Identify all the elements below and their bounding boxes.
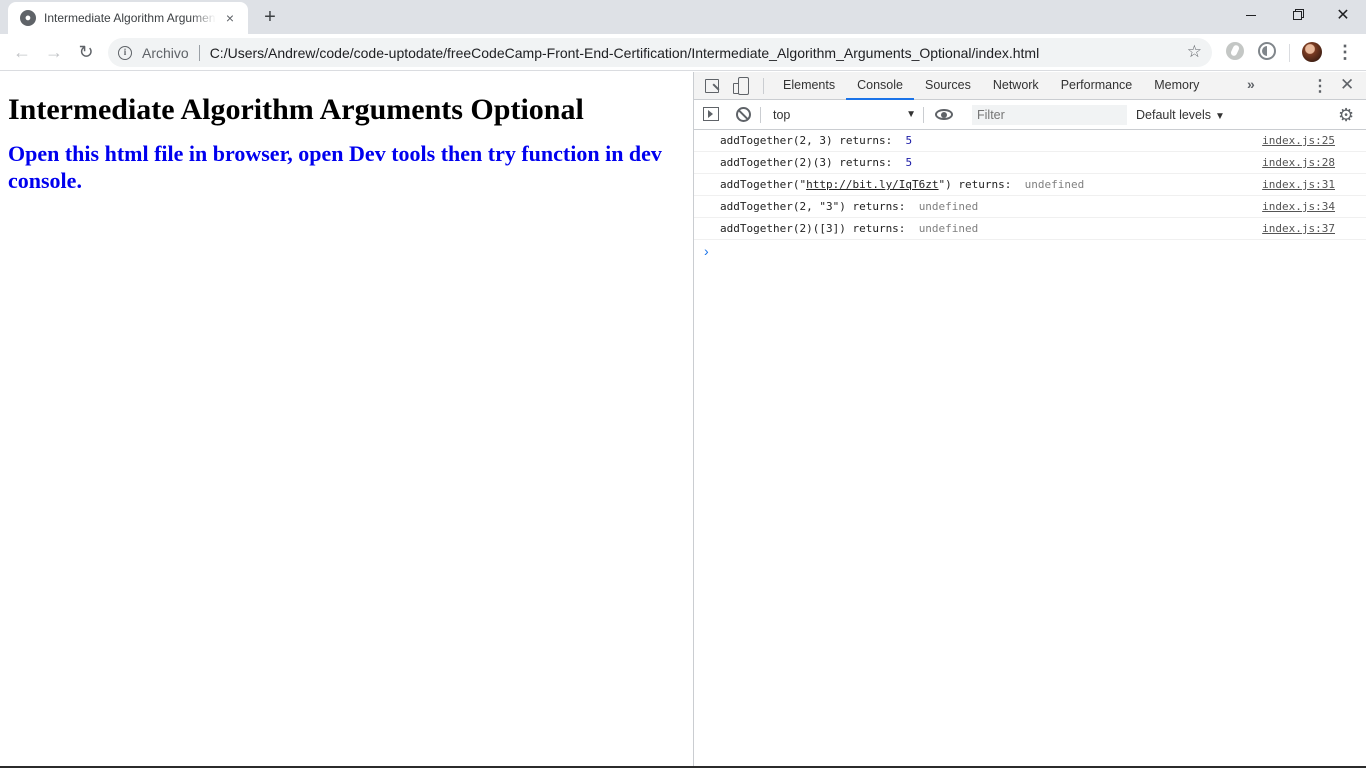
log-source-link[interactable]: index.js:37 (1262, 218, 1335, 240)
browser-tab[interactable]: ● Intermediate Algorithm Arguments Optio… (8, 2, 248, 34)
toolbar-divider (1289, 44, 1290, 62)
log-message: addTogether(" (720, 178, 807, 191)
log-source-link[interactable]: index.js:25 (1262, 130, 1335, 152)
browser-toolbar: ← → ↻ i Archivo C:/Users/Andrew/code/cod… (0, 34, 1366, 71)
dark-mode-extension-icon[interactable] (1258, 42, 1276, 60)
live-expression-eye-icon[interactable] (935, 109, 953, 120)
devtools-tabs: Elements Console Sources Network Performance… (772, 72, 1210, 100)
show-sidebar-icon[interactable] (703, 107, 719, 121)
security-label[interactable]: Archivo (142, 45, 189, 61)
console-log-row: addTogether(2, "3") returns: undefined in… (694, 196, 1366, 218)
more-tabs-icon[interactable]: » (1247, 76, 1255, 92)
console-log-row: addTogether(2)([3]) returns: undefined in… (694, 218, 1366, 240)
log-source-link[interactable]: index.js:31 (1262, 174, 1335, 196)
devtools-divider (763, 78, 764, 94)
devtools-tab-sources[interactable]: Sources (914, 72, 982, 100)
minimize-icon (1246, 14, 1256, 16)
page-heading: Intermediate Algorithm Arguments Optiona… (8, 93, 584, 126)
log-message: addTogether(2, "3") returns: (720, 200, 919, 213)
log-value: 5 (905, 156, 913, 169)
new-tab-button[interactable]: + (258, 6, 282, 28)
console-settings-gear-icon[interactable]: ⚙ (1338, 105, 1354, 126)
log-message: addTogether(2, 3) returns: (720, 134, 906, 147)
url-text[interactable]: C:/Users/Andrew/code/code-uptodate/freeC… (210, 45, 1040, 61)
devtools-tab-elements[interactable]: Elements (772, 72, 846, 100)
log-value: undefined (918, 222, 979, 235)
devtools-menu-icon[interactable]: ⋮ (1312, 76, 1328, 96)
back-button[interactable]: ← (10, 40, 34, 64)
devtools-tab-console[interactable]: Console (846, 72, 914, 100)
tab-strip: ● Intermediate Algorithm Arguments Optio… (0, 0, 1366, 34)
restore-icon (1292, 10, 1302, 20)
page-content: Intermediate Algorithm Arguments Optiona… (0, 72, 693, 768)
dropdown-caret-icon: ▼ (906, 109, 916, 120)
log-source-link[interactable]: index.js:28 (1262, 152, 1335, 174)
devtools-tab-memory[interactable]: Memory (1143, 72, 1210, 100)
bookmark-star-icon[interactable]: ☆ (1187, 42, 1202, 62)
context-value: top (773, 108, 791, 122)
log-source-link[interactable]: index.js:34 (1262, 196, 1335, 218)
window-close-button[interactable]: ✕ (1320, 0, 1366, 30)
console-log-row: addTogether("http://bit.ly/IqT6zt") retu… (694, 174, 1366, 196)
log-levels-dropdown[interactable]: Default levels ▼ (1136, 100, 1225, 130)
address-bar[interactable]: i Archivo C:/Users/Andrew/code/code-upto… (108, 38, 1212, 67)
reload-button[interactable]: ↻ (74, 40, 98, 64)
clear-console-icon[interactable] (736, 107, 751, 122)
restore-button[interactable] (1274, 0, 1320, 30)
console-prompt[interactable]: › (694, 240, 1366, 262)
devtools-panel: Elements Console Sources Network Performance… (693, 72, 1366, 768)
console-toolbar-divider (760, 107, 761, 123)
tab-title: Intermediate Algorithm Arguments Optiona… (44, 11, 216, 25)
log-message: addTogether(2)([3]) returns: (720, 222, 919, 235)
devtools-tab-performance[interactable]: Performance (1050, 72, 1144, 100)
context-selector[interactable]: top ▼ (768, 100, 918, 130)
minimize-button[interactable] (1228, 0, 1274, 30)
log-value: undefined (918, 200, 979, 213)
console-toolbar-divider (923, 107, 924, 123)
dropdown-caret-icon: ▼ (1215, 111, 1225, 122)
log-value: undefined (1024, 178, 1085, 191)
globe-icon: ● (20, 10, 36, 26)
inspect-element-icon[interactable] (702, 76, 722, 96)
info-icon[interactable]: i (118, 45, 132, 60)
devtools-close-icon[interactable]: ✕ (1340, 75, 1354, 95)
console-log-row: addTogether(2, 3) returns: 5 index.js:25 (694, 130, 1366, 152)
console-log-row: addTogether(2)(3) returns: 5 index.js:28 (694, 152, 1366, 174)
devtools-tab-network[interactable]: Network (982, 72, 1050, 100)
console-output: addTogether(2, 3) returns: 5 index.js:25 a… (694, 130, 1366, 240)
browser-menu-icon[interactable]: ⋮ (1336, 40, 1354, 64)
console-toolbar: top ▼ Default levels▼ ⚙ (694, 100, 1366, 130)
extension-icon[interactable] (1226, 42, 1244, 60)
log-message: addTogether(2)(3) returns: (720, 156, 906, 169)
window-controls: ✕ (1228, 0, 1366, 30)
log-levels-label: Default levels (1136, 108, 1212, 122)
log-value: 5 (905, 134, 913, 147)
log-message-suffix: ") returns: (938, 178, 1025, 191)
forward-button[interactable]: → (42, 40, 66, 64)
console-filter-input[interactable] (972, 105, 1127, 125)
log-url-link[interactable]: http://bit.ly/IqT6zt (806, 178, 938, 191)
device-toolbar-icon[interactable] (732, 76, 752, 96)
profile-avatar[interactable] (1302, 42, 1322, 62)
page-subheading: Open this html file in browser, open Dev… (8, 141, 662, 193)
devtools-tab-bar: Elements Console Sources Network Performance… (694, 72, 1366, 100)
omnibox-divider (198, 44, 200, 61)
close-tab-icon[interactable]: × (222, 10, 238, 26)
